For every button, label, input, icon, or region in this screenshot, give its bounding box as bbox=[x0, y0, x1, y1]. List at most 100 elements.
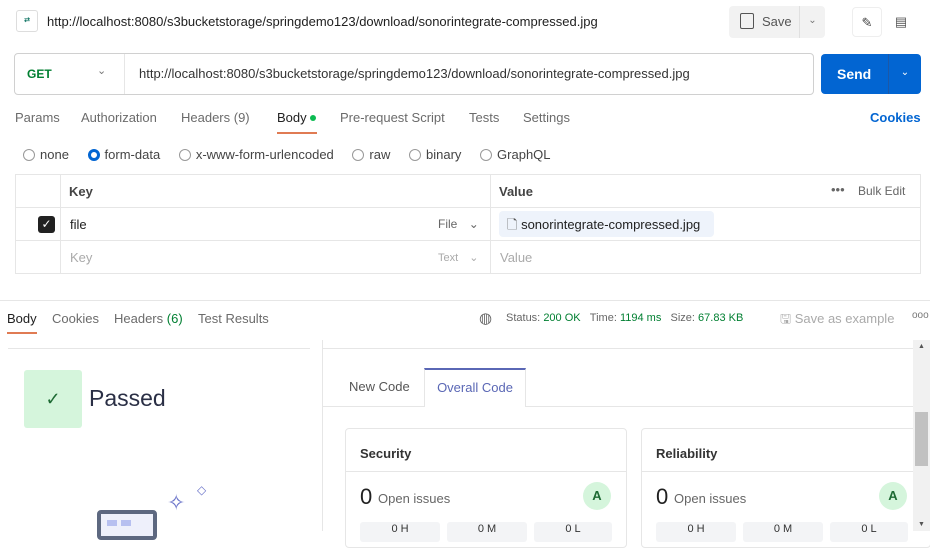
radio-x-www-form-urlencoded[interactable]: x-www-form-urlencoded bbox=[178, 147, 334, 162]
save-label: Save bbox=[762, 14, 792, 29]
radio-label: raw bbox=[369, 147, 391, 162]
response-tab-headers[interactable]: Headers (6) bbox=[114, 311, 183, 326]
key-header: Key bbox=[69, 184, 93, 199]
value-header: Value bbox=[499, 184, 533, 199]
radio-label: none bbox=[40, 147, 69, 162]
row-type-select[interactable]: File ⌄ bbox=[438, 217, 479, 231]
chevron-down-icon: ⌄ bbox=[469, 252, 479, 264]
type-select-placeholder[interactable]: Text ⌄ bbox=[438, 251, 478, 264]
method-label: GET bbox=[27, 67, 52, 81]
response-tab-test-results[interactable]: Test Results bbox=[198, 311, 269, 326]
issue-label: Open issues bbox=[674, 491, 747, 506]
save-example-button[interactable]: 🖫 Save as example bbox=[780, 310, 894, 332]
response-tab-body[interactable]: Body bbox=[7, 311, 37, 326]
issue-label: Open issues bbox=[378, 491, 451, 506]
active-tab-underline bbox=[277, 132, 317, 134]
value-placeholder[interactable]: Value bbox=[500, 250, 532, 265]
row-checkbox[interactable]: ✓ bbox=[38, 216, 55, 233]
method-select[interactable]: GET ⌄ bbox=[15, 54, 125, 94]
radio-label: form-data bbox=[104, 147, 161, 162]
radio-label: x-www-form-urlencoded bbox=[195, 147, 334, 162]
divider bbox=[322, 340, 323, 531]
send-label: Send bbox=[837, 66, 872, 82]
medium-issues[interactable]: 0 M bbox=[743, 522, 823, 542]
body-type-group: none form-data x-www-form-urlencoded raw… bbox=[23, 147, 566, 164]
tab-label: Overall Code bbox=[437, 380, 513, 395]
bulk-edit-button[interactable]: Bulk Edit bbox=[858, 184, 905, 198]
radio-none[interactable]: none bbox=[23, 147, 69, 162]
divider bbox=[323, 406, 913, 407]
tab-overall-code[interactable]: Overall Code bbox=[424, 368, 526, 407]
passed-badge: ✓ bbox=[24, 370, 82, 428]
issue-count[interactable]: 0 bbox=[656, 484, 668, 510]
time-label: Time: bbox=[589, 312, 617, 324]
scrollbar-thumb[interactable] bbox=[915, 412, 928, 466]
response-tab-cookies[interactable]: Cookies bbox=[52, 311, 99, 326]
issue-count[interactable]: 0 bbox=[360, 484, 372, 510]
body-dot bbox=[310, 115, 316, 121]
request-title: http://localhost:8080/s3bucketstorage/sp… bbox=[47, 14, 598, 29]
divider bbox=[8, 348, 310, 349]
comment-icon[interactable]: ▤ bbox=[886, 7, 916, 37]
globe-icon[interactable]: ◍ bbox=[479, 309, 492, 327]
save-icon bbox=[740, 13, 754, 29]
scroll-up-icon[interactable]: ▲ bbox=[918, 343, 925, 350]
medium-issues[interactable]: 0 M bbox=[447, 522, 527, 542]
key-placeholder[interactable]: Key bbox=[70, 250, 92, 265]
time-value[interactable]: 1194 ms bbox=[620, 312, 661, 324]
divider bbox=[323, 348, 913, 349]
tab-tests[interactable]: Tests bbox=[469, 110, 499, 125]
save-icon: 🖫 bbox=[780, 311, 792, 326]
grade-badge: A bbox=[583, 482, 611, 510]
scroll-down-icon[interactable]: ▼ bbox=[918, 521, 925, 528]
url-input[interactable]: http://localhost:8080/s3bucketstorage/sp… bbox=[139, 66, 690, 81]
chevron-down-icon: ⌄ bbox=[468, 217, 479, 231]
edit-icon[interactable]: ✎ bbox=[852, 7, 882, 37]
save-example-label: Save as example bbox=[794, 311, 895, 326]
divider bbox=[0, 300, 930, 301]
size-value[interactable]: 67.83 KB bbox=[698, 312, 743, 324]
more-icon[interactable]: ooo bbox=[912, 310, 929, 321]
chevron-down-icon[interactable]: ⌄ bbox=[888, 54, 921, 94]
type-label: Text bbox=[438, 252, 459, 264]
high-issues[interactable]: 0 H bbox=[656, 522, 736, 542]
tab-body[interactable]: Body bbox=[277, 110, 307, 125]
radio-binary[interactable]: binary bbox=[409, 147, 461, 162]
more-icon[interactable]: ••• bbox=[831, 182, 845, 197]
tab-headers[interactable]: Headers (9) bbox=[181, 110, 250, 125]
low-issues[interactable]: 0 L bbox=[830, 522, 908, 542]
file-chip[interactable]: 🗋 sonorintegrate-compressed.jpg bbox=[499, 211, 714, 237]
low-issues[interactable]: 0 L bbox=[534, 522, 612, 542]
radio-graphql[interactable]: GraphQL bbox=[480, 147, 551, 162]
tab-authorization[interactable]: Authorization bbox=[81, 110, 157, 125]
save-button[interactable]: Save ⌄ bbox=[729, 6, 825, 38]
headers-count: (6) bbox=[166, 311, 183, 326]
file-name: sonorintegrate-compressed.jpg bbox=[521, 217, 701, 232]
chevron-down-icon[interactable]: ⌄ bbox=[799, 6, 825, 38]
radio-form-data[interactable]: form-data bbox=[87, 147, 161, 162]
status-value[interactable]: 200 OK bbox=[543, 312, 580, 324]
send-button[interactable]: Send ⌄ bbox=[821, 54, 921, 94]
file-icon: 🗋 bbox=[507, 217, 518, 232]
radio-label: GraphQL bbox=[497, 147, 551, 162]
radio-raw[interactable]: raw bbox=[352, 147, 390, 162]
high-issues[interactable]: 0 H bbox=[360, 522, 440, 542]
grade-badge: A bbox=[879, 482, 907, 510]
active-tab-underline bbox=[7, 332, 37, 334]
chevron-down-icon: ⌄ bbox=[97, 65, 107, 77]
tab-pre-request-script[interactable]: Pre-request Script bbox=[340, 110, 445, 125]
http-icon: ⇄ bbox=[16, 10, 38, 32]
tab-new-code[interactable]: New Code bbox=[349, 379, 410, 394]
response-meta: Status: 200 OK Time: 1194 ms Size: 67.83… bbox=[506, 312, 743, 324]
tab-params[interactable]: Params bbox=[15, 110, 60, 125]
tab-settings[interactable]: Settings bbox=[523, 110, 570, 125]
status-label: Status: bbox=[506, 312, 541, 324]
cookies-link[interactable]: Cookies bbox=[870, 110, 921, 125]
size-label: Size: bbox=[670, 312, 695, 324]
row-key[interactable]: file bbox=[70, 217, 87, 232]
radio-label: binary bbox=[426, 147, 462, 162]
quality-gate-status: Passed bbox=[89, 385, 166, 411]
card-title: Reliability bbox=[656, 446, 718, 461]
type-label: File bbox=[438, 217, 458, 231]
scrollbar[interactable]: ▲ ▼ bbox=[913, 340, 930, 531]
